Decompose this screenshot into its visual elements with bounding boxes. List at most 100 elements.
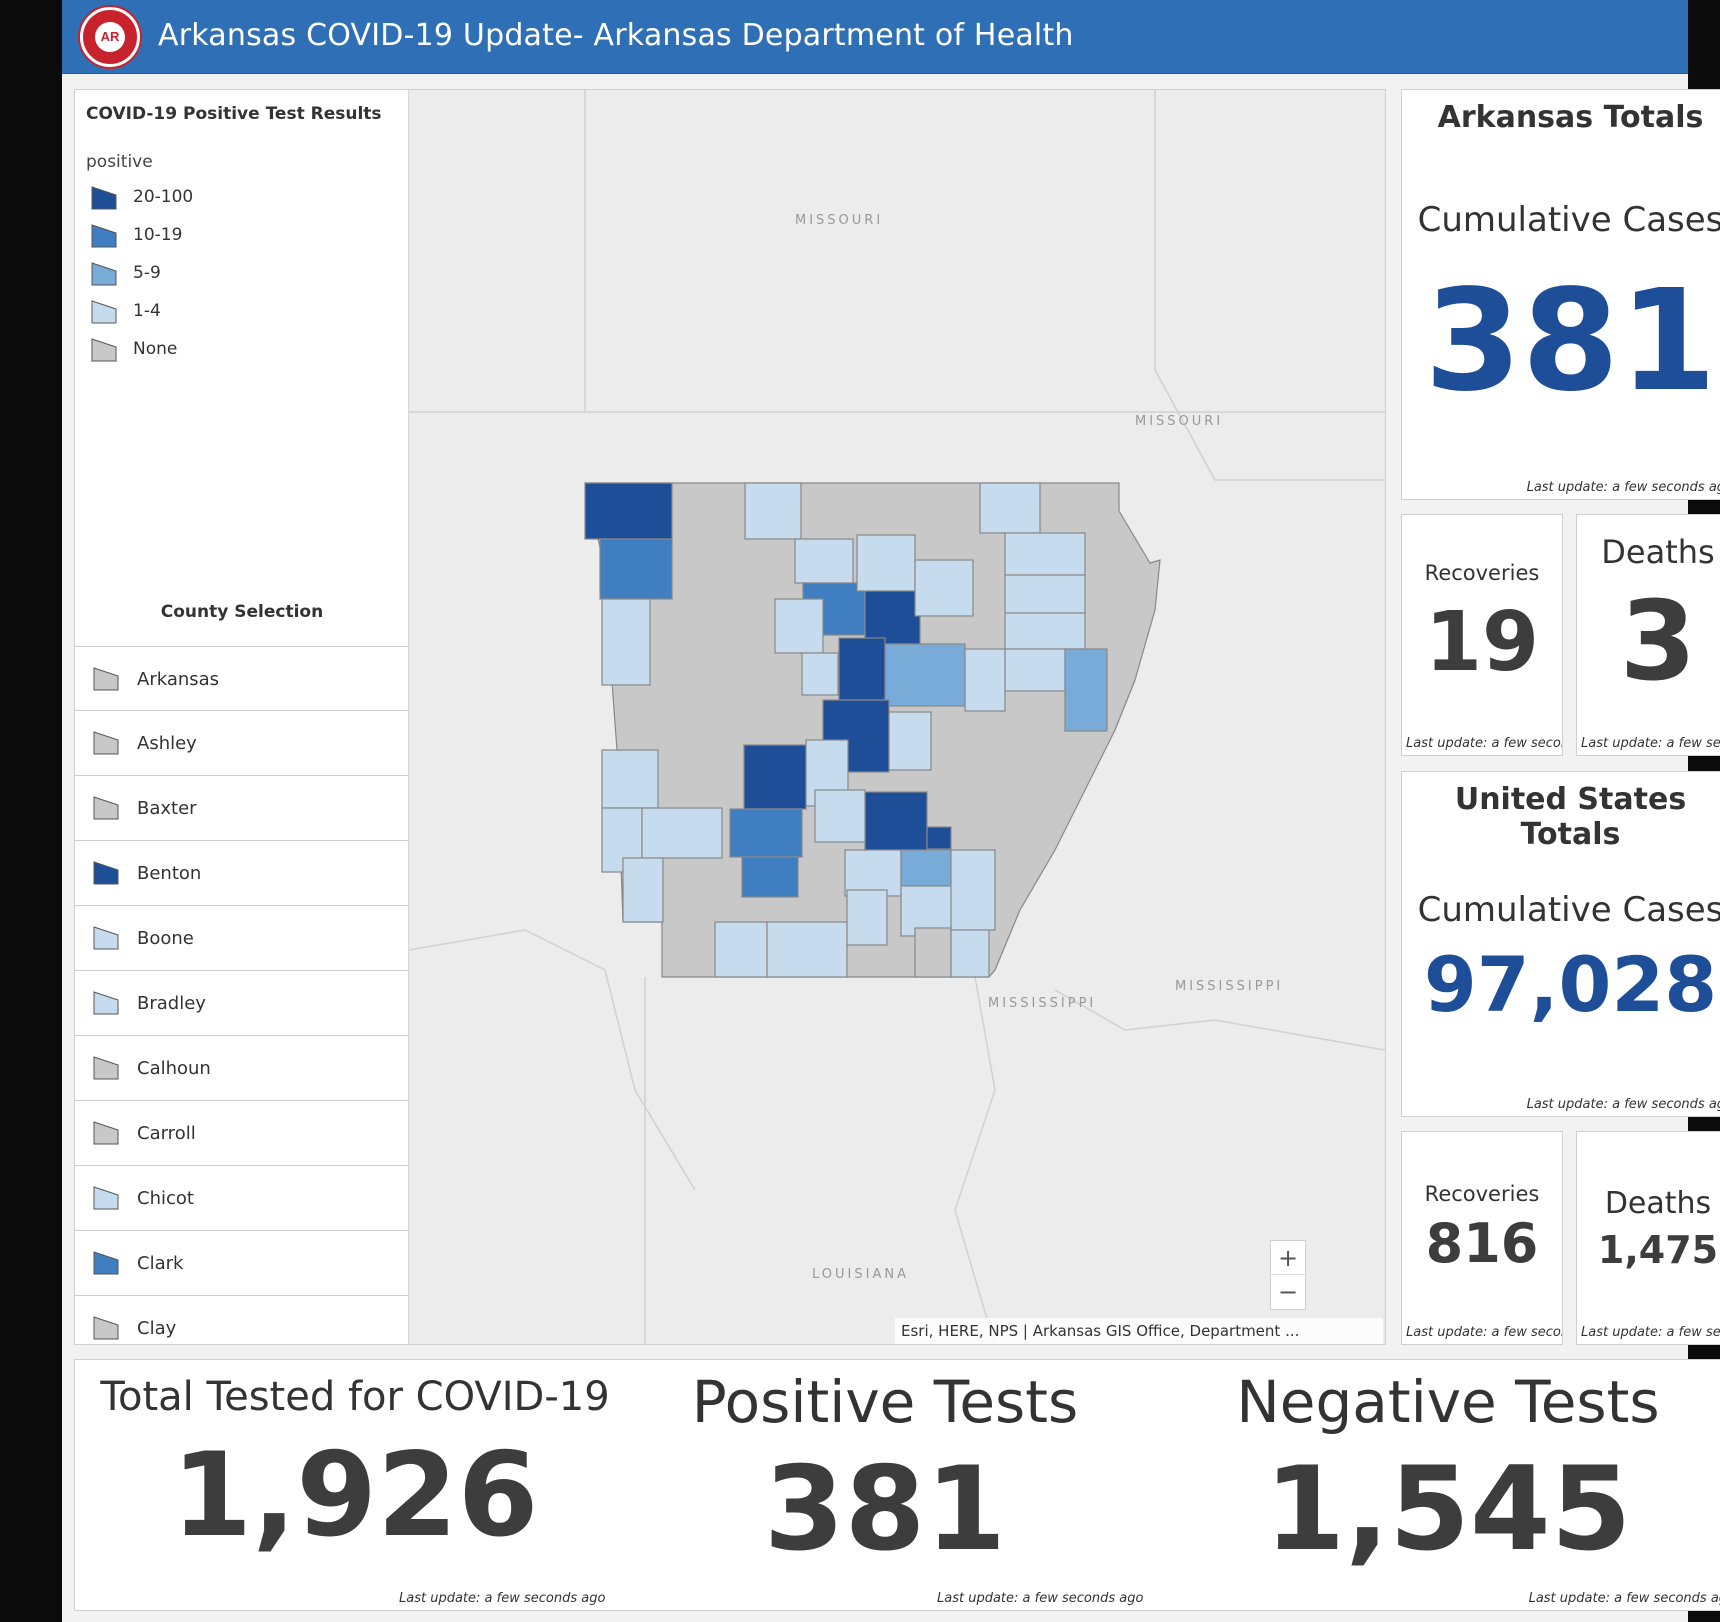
arkansas-recoveries-value: 19 <box>1424 595 1540 690</box>
us-totals-card: United States Totals Cumulative Cases 97… <box>1401 771 1720 1117</box>
county-item-ashley[interactable]: Ashley <box>75 711 409 776</box>
county-swatch-icon <box>93 1121 119 1145</box>
arkansas-recoveries-card: Recoveries 19 Last update: a few seconds… <box>1401 514 1563 756</box>
county-selection-title: County Selection <box>160 602 324 622</box>
county-name: Ashley <box>137 733 197 754</box>
county-poinsett <box>1004 612 1086 650</box>
negative-tests-value: 1,545 <box>1264 1442 1632 1577</box>
legend-label: None <box>133 339 178 359</box>
county-howard <box>641 807 723 859</box>
arkansas-deaths-value: 3 <box>1619 577 1697 705</box>
county-desha <box>950 849 996 931</box>
county-swatch-icon <box>93 796 119 820</box>
county-item-boone[interactable]: Boone <box>75 906 409 971</box>
county-craighead <box>1004 574 1086 614</box>
map-label-missouri-2: MISSOURI <box>1135 414 1223 429</box>
map-label-mississippi-2: MISSISSIPPI <box>988 996 1096 1011</box>
county-jefferson <box>864 791 928 851</box>
county-greene <box>1004 532 1086 576</box>
legend-label: 5-9 <box>133 263 161 283</box>
county-item-benton[interactable]: Benton <box>75 841 409 906</box>
county-swatch-icon <box>93 731 119 755</box>
county-stone <box>856 534 916 592</box>
last-update-text: Last update: a few seconds ago <box>1526 1097 1720 1112</box>
map-label-missouri: MISSOURI <box>795 213 883 228</box>
total-tested-label: Total Tested for COVID-19 <box>100 1374 610 1420</box>
county-item-clark[interactable]: Clark <box>75 1231 409 1296</box>
zoom-out-button[interactable]: − <box>1271 1275 1305 1309</box>
legend-label: 1-4 <box>133 301 161 321</box>
county-name: Baxter <box>137 798 197 819</box>
county-union <box>766 921 848 978</box>
legend-swatch-1-4 <box>91 300 117 324</box>
river-line <box>408 929 696 1191</box>
legend-label: 10-19 <box>133 225 183 245</box>
last-update-text: Last update: a few seconds ago <box>1581 1325 1720 1340</box>
last-update-text: Last update: a few seconds ago <box>1406 736 1562 751</box>
us-cumulative-value: 97,028 <box>1423 940 1718 1029</box>
county-grant <box>814 789 866 843</box>
county-little-river <box>622 857 664 923</box>
arkansas-cumulative-label: Cumulative Cases <box>1417 200 1720 240</box>
last-update-text: Last update: a few seconds ago <box>1526 480 1720 495</box>
legend-title: COVID-19 Positive Test Results <box>86 104 382 124</box>
last-update-text: Last update: a few seconds ago <box>399 1591 606 1606</box>
last-update-text: Last update: a few seconds ago <box>1406 1325 1562 1340</box>
county-washington <box>599 538 673 600</box>
county-chicot <box>950 929 990 978</box>
county-prairie <box>882 643 966 707</box>
last-update-text: Last update: a few seconds ago <box>937 1591 1144 1606</box>
tests-panel: Total Tested for COVID-19 1,926 Last upd… <box>74 1359 1720 1611</box>
county-lonoke <box>888 711 932 771</box>
county-woodruff <box>964 648 1006 712</box>
map-label-mississippi: MISSISSIPPI <box>1175 979 1283 994</box>
county-garland <box>743 744 807 810</box>
county-name: Clay <box>137 1318 177 1339</box>
county-swatch-icon <box>93 926 119 950</box>
recoveries-label: Recoveries <box>1424 561 1540 585</box>
zoom-in-button[interactable]: + <box>1271 1241 1305 1275</box>
header-bar: AR Arkansas COVID-19 Update- Arkansas De… <box>62 0 1688 74</box>
county-item-arkansas[interactable]: Arkansas <box>75 646 409 711</box>
county-cross <box>1004 648 1066 692</box>
last-update-text: Last update: a few seconds ago <box>1528 1591 1720 1606</box>
county-item-calhoun[interactable]: Calhoun <box>75 1036 409 1101</box>
county-crawford <box>601 598 651 686</box>
map-attribution[interactable]: Esri, HERE, NPS | Arkansas GIS Office, D… <box>895 1318 1383 1344</box>
county-item-bradley[interactable]: Bradley <box>75 971 409 1036</box>
river-line <box>1054 989 1385 1051</box>
county-swatch-icon <box>93 1056 119 1080</box>
map-panel[interactable]: MISSOURI MISSOURI MISSISSIPPI MISSISSIPP… <box>74 89 1386 1345</box>
county-polk <box>601 749 659 809</box>
legend-panel: COVID-19 Positive Test Results positive … <box>75 90 409 1344</box>
county-swatch-icon <box>93 667 119 691</box>
county-swatch-icon <box>93 991 119 1015</box>
county-item-baxter[interactable]: Baxter <box>75 776 409 841</box>
county-name: Benton <box>137 863 202 884</box>
county-name: Carroll <box>137 1123 196 1144</box>
county-randolph <box>979 482 1041 534</box>
county-name: Chicot <box>137 1188 194 1209</box>
county-item-carroll[interactable]: Carroll <box>75 1101 409 1166</box>
positive-tests-column: Positive Tests 381 Last update: a few se… <box>615 1360 1155 1612</box>
negative-tests-column: Negative Tests 1,545 Last update: a few … <box>1155 1360 1720 1612</box>
county-item-chicot[interactable]: Chicot <box>75 1166 409 1231</box>
county-cleveland <box>844 849 902 897</box>
county-boone <box>744 482 802 540</box>
county-white <box>864 589 921 645</box>
county-name: Arkansas <box>137 669 220 690</box>
county-columbia <box>714 921 768 978</box>
county-swatch-icon <box>93 1316 119 1340</box>
county-name: Boone <box>137 928 194 949</box>
county-van-buren <box>774 598 824 654</box>
county-ashley <box>914 927 952 978</box>
county-searcy <box>794 538 854 584</box>
arkansas-totals-card: Arkansas Totals Cumulative Cases 381 Las… <box>1401 89 1720 500</box>
arkansas-counties <box>584 482 1161 978</box>
county-item-clay[interactable]: Clay <box>75 1296 409 1344</box>
arkansas-cumulative-value: 381 <box>1424 260 1717 423</box>
county-swatch-icon <box>93 1186 119 1210</box>
dashboard: AR Arkansas COVID-19 Update- Arkansas De… <box>62 0 1720 1622</box>
legend-swatch-5-9 <box>91 262 117 286</box>
total-tested-value: 1,926 <box>171 1428 539 1563</box>
